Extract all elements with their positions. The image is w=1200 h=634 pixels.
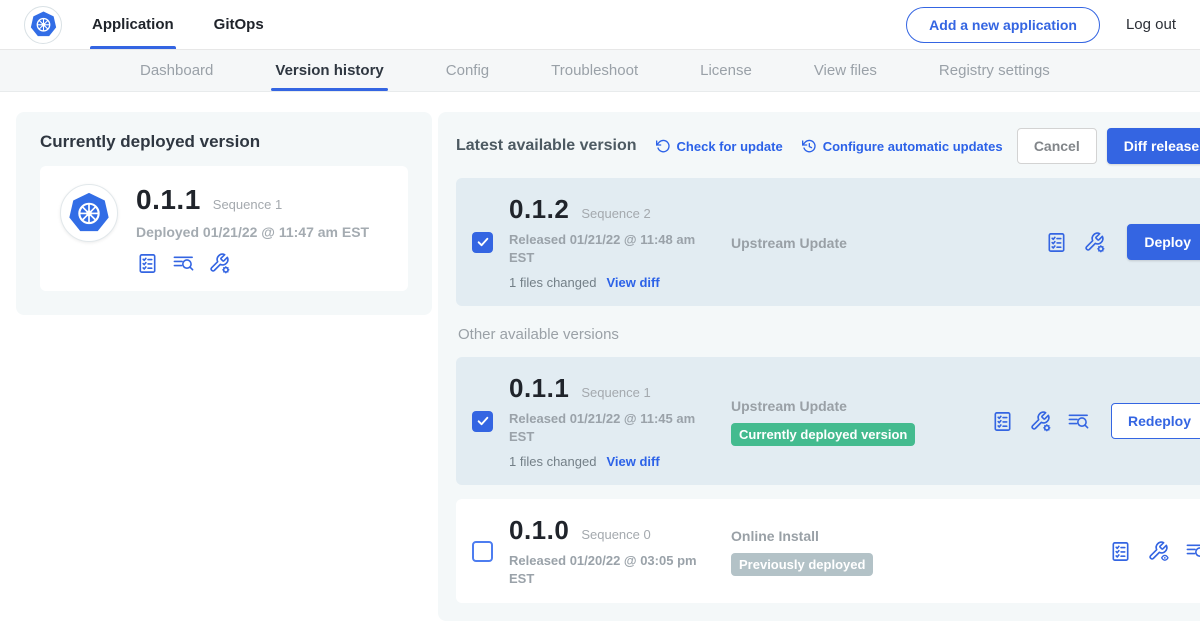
deployed-timestamp: Deployed 01/21/22 @ 11:47 am EST <box>136 224 369 240</box>
view-diff-link[interactable]: View diff <box>606 454 659 469</box>
files-changed-label: 1 files changed <box>509 275 596 290</box>
edit-config-icon[interactable] <box>208 252 231 275</box>
deployed-version-card: 0.1.1 Sequence 1 Deployed 01/21/22 @ 11:… <box>40 166 408 291</box>
subnav-tab-dashboard[interactable]: Dashboard <box>138 50 215 91</box>
auto-update-icon <box>801 138 817 154</box>
app-subnav: Dashboard Version history Config Trouble… <box>0 50 1200 92</box>
kubernetes-icon <box>68 192 110 234</box>
subnav-tab-registry-settings[interactable]: Registry settings <box>937 50 1052 91</box>
kubernetes-icon <box>30 11 57 38</box>
view-diff-link[interactable]: View diff <box>606 275 659 290</box>
deploy-button[interactable]: Deploy <box>1127 224 1200 260</box>
sequence-label: Sequence 0 <box>581 527 650 542</box>
release-notes-icon[interactable] <box>1109 540 1132 563</box>
tab-gitops[interactable]: GitOps <box>212 0 266 49</box>
version-row: 0.1.1 Sequence 1 Released 01/21/22 @ 11:… <box>456 357 1200 485</box>
released-timestamp: Released 01/21/22 @ 11:48 am EST <box>509 231 699 266</box>
subnav-tab-view-files[interactable]: View files <box>812 50 879 91</box>
subnav-tab-license[interactable]: License <box>698 50 754 91</box>
version-checkbox[interactable] <box>472 541 493 562</box>
cancel-button[interactable]: Cancel <box>1017 128 1097 164</box>
latest-available-title: Latest available version <box>456 137 637 155</box>
view-files-icon[interactable] <box>1185 540 1200 563</box>
available-versions-panel: Latest available version Check for updat… <box>438 112 1200 621</box>
released-timestamp: Released 01/20/22 @ 03:05 pm EST <box>509 552 699 587</box>
sequence-label: Sequence 1 <box>581 385 650 400</box>
edit-config-icon[interactable] <box>1083 231 1106 254</box>
edit-config-icon[interactable] <box>1029 410 1052 433</box>
app-icon-badge <box>60 184 118 242</box>
redeploy-button[interactable]: Redeploy <box>1111 403 1200 439</box>
version-number: 0.1.2 <box>509 194 569 225</box>
check-for-update-label: Check for update <box>677 139 783 154</box>
view-files-icon[interactable] <box>172 252 195 275</box>
release-notes-icon[interactable] <box>991 410 1014 433</box>
subnav-tab-troubleshoot[interactable]: Troubleshoot <box>549 50 640 91</box>
version-source: Online Install <box>731 528 991 544</box>
version-row: 0.1.2 Sequence 2 Released 01/21/22 @ 11:… <box>456 178 1200 306</box>
view-files-icon[interactable] <box>1067 410 1090 433</box>
top-nav: Application GitOps Add a new application… <box>0 0 1200 50</box>
version-number: 0.1.0 <box>509 515 569 546</box>
other-versions-heading: Other available versions <box>458 326 1200 343</box>
sequence-label: Sequence 2 <box>581 206 650 221</box>
release-notes-icon[interactable] <box>1045 231 1068 254</box>
version-checkbox[interactable] <box>472 232 493 253</box>
currently-deployed-badge: Currently deployed version <box>731 423 915 446</box>
refresh-icon <box>655 138 671 154</box>
configure-automatic-updates-label: Configure automatic updates <box>823 139 1003 154</box>
check-for-update-link[interactable]: Check for update <box>655 138 783 154</box>
released-timestamp: Released 01/21/22 @ 11:45 am EST <box>509 410 699 445</box>
version-checkbox[interactable] <box>472 411 493 432</box>
app-logo[interactable] <box>24 6 62 44</box>
deployed-sequence-label: Sequence 1 <box>213 197 282 212</box>
previously-deployed-badge: Previously deployed <box>731 553 873 576</box>
files-changed-label: 1 files changed <box>509 454 596 469</box>
tab-application[interactable]: Application <box>90 0 176 49</box>
version-number: 0.1.1 <box>509 373 569 404</box>
deployed-version-number: 0.1.1 <box>136 184 201 216</box>
logout-link[interactable]: Log out <box>1126 16 1176 33</box>
currently-deployed-panel: Currently deployed version 0.1.1 Sequenc… <box>16 112 432 315</box>
add-application-button[interactable]: Add a new application <box>906 7 1100 43</box>
view-config-icon[interactable] <box>1147 540 1170 563</box>
diff-releases-button[interactable]: Diff releases <box>1107 128 1200 164</box>
currently-deployed-title: Currently deployed version <box>40 132 408 152</box>
version-row: 0.1.0 Sequence 0 Released 01/20/22 @ 03:… <box>456 499 1200 603</box>
release-notes-icon[interactable] <box>136 252 159 275</box>
configure-automatic-updates-link[interactable]: Configure automatic updates <box>801 138 1003 154</box>
version-source: Upstream Update <box>731 235 991 251</box>
subnav-tab-config[interactable]: Config <box>444 50 491 91</box>
check-icon <box>476 414 490 428</box>
check-icon <box>476 235 490 249</box>
subnav-tab-version-history[interactable]: Version history <box>273 50 385 91</box>
version-source: Upstream Update <box>731 398 991 414</box>
